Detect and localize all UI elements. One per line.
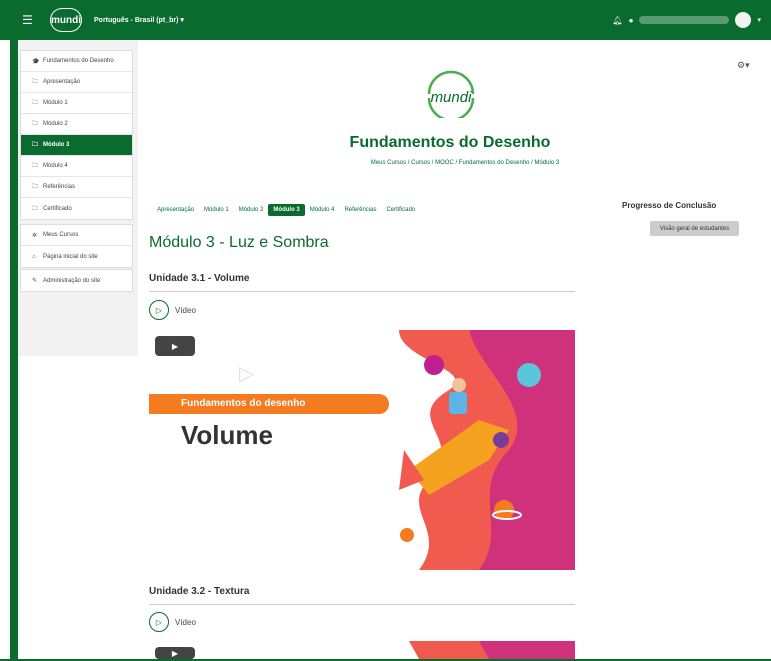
video-banner[interactable]: ▶ <box>149 641 575 659</box>
folder-icon: 🗀 <box>32 184 39 190</box>
user-name-blurred[interactable] <box>639 16 730 24</box>
sidebar-item[interactable]: 🗀 Módulo 1 <box>21 93 132 114</box>
activity-label: Vídeo <box>175 617 196 627</box>
sidebar-item-label: Módulo 4 <box>43 163 68 169</box>
sidebar-item[interactable]: 🗀 Módulo 4 <box>21 156 132 177</box>
play-icon: ▷ <box>149 612 169 632</box>
unit-title: Unidade 3.1 - Volume <box>149 273 250 284</box>
activity-label: Vídeo <box>175 305 196 315</box>
graduation-cap-icon: 🎓 <box>32 58 40 65</box>
language-selector[interactable]: Português - Brasil (pt_br) ▾ <box>94 16 184 24</box>
page-title: Módulo 3 - Luz e Sombra <box>149 234 329 251</box>
svg-text:▷: ▷ <box>239 363 255 385</box>
top-navbar: ☰ mundi Português - Brasil (pt_br) ▾ 🔔︎ … <box>0 0 771 40</box>
language-label: Português - Brasil (pt_br) <box>94 17 179 24</box>
tab-item[interactable]: Referências <box>339 204 381 216</box>
progress-title: Progresso de Conclusão <box>622 201 717 210</box>
sidebar-item-label: Certificado <box>43 205 72 212</box>
folder-icon: 🗀 <box>32 79 39 85</box>
bell-icon[interactable]: 🔔︎ <box>612 16 622 25</box>
video-activity[interactable]: ▷ Vídeo <box>149 612 196 632</box>
sidebar-course-nav: 🎓 Fundamentos do Desenho 🗀 Apresentação 🗀 Mód… <box>20 50 133 220</box>
courses-icon: ✲ <box>32 232 38 239</box>
divider <box>149 291 575 292</box>
tab-item[interactable]: Módulo 3 <box>268 204 305 216</box>
sidebar-item-label: Fundamentos do Desenho <box>43 58 114 64</box>
sidebar-admin-nav: ✎ Administração do site <box>20 269 133 292</box>
sidebar-item[interactable]: 🗀 Módulo 2 <box>21 114 132 135</box>
sidebar-item-label: Módulo 1 <box>43 100 68 106</box>
sidebar-item[interactable]: ✲ Meus Cursos <box>21 225 132 246</box>
breadcrumb[interactable]: Meus Cursos / Cursos / MOOC / Fundamento… <box>300 160 630 166</box>
student-overview-button[interactable]: Visão geral de estudantes <box>650 221 739 236</box>
sidebar-item-label: Página inicial do site <box>43 253 98 260</box>
play-icon: ▷ <box>149 300 169 320</box>
chat-icon[interactable]: ● <box>629 16 634 25</box>
folder-icon: 🗀 <box>32 121 39 127</box>
sidebar-item[interactable]: 🗀 Referências <box>21 177 132 198</box>
folder-icon: 🗀 <box>32 205 39 212</box>
video-activity[interactable]: ▷ Vídeo <box>149 300 196 320</box>
tab-item[interactable]: Módulo 1 <box>199 204 234 216</box>
home-icon: ⌂ <box>32 253 36 260</box>
sidebar-item-label: Meus Cursos <box>43 232 79 238</box>
folder-icon: 🗀 <box>32 163 39 169</box>
chevron-down-icon: ▾ <box>180 17 184 24</box>
sidebar-item-label: Módulo 2 <box>43 121 68 127</box>
sidebar-site-nav: ✲ Meus Cursos ⌂ Página inicial do site <box>20 224 133 268</box>
sidebar-item-label: Apresentação <box>43 79 81 85</box>
wrench-icon: ✎ <box>32 278 38 284</box>
unit-title: Unidade 3.2 - Textura <box>149 586 250 597</box>
sidebar-item[interactable]: 🎓 Fundamentos do Desenho <box>21 51 132 72</box>
hamburger-icon[interactable]: ☰ <box>22 14 36 26</box>
video-banner[interactable]: ▷ ▶ Fundamentos do desenho Volume <box>149 330 575 570</box>
banner-tag: Fundamentos do desenho <box>149 394 389 414</box>
sidebar-item-label: Módulo 3 <box>43 142 70 148</box>
gear-icon[interactable]: ⚙▾ <box>737 60 750 71</box>
module-tabs: Apresentação Módulo 1 Módulo 2 Módulo 3 Módu… <box>152 204 420 216</box>
course-title: Fundamentos do Desenho <box>349 134 551 151</box>
sidebar-item-label: Administração do site <box>43 277 101 284</box>
sidebar-item-label: Referências <box>43 184 76 190</box>
youtube-play-button[interactable]: ▶ <box>155 647 195 659</box>
banner-art <box>409 641 575 659</box>
sidebar-item[interactable]: ✎ Administração do site <box>21 270 132 291</box>
tab-item[interactable]: Módulo 4 <box>305 204 340 216</box>
banner-title: Volume <box>181 420 273 450</box>
tab-item[interactable]: Módulo 2 <box>234 204 269 216</box>
sidebar-item[interactable]: 🗀 Apresentação <box>21 72 132 93</box>
mundi-logo-large: mundi <box>427 70 475 118</box>
youtube-play-button[interactable]: ▶ <box>155 336 195 356</box>
tab-item[interactable]: Apresentação <box>152 204 199 216</box>
mundi-logo[interactable]: mundi <box>50 8 82 32</box>
folder-icon: 🗀 <box>32 100 39 106</box>
avatar[interactable] <box>735 12 752 28</box>
tab-item[interactable]: Certificado <box>381 204 420 216</box>
sidebar-item[interactable]: 🗀 Certificado <box>21 198 132 219</box>
logo-text: mundi <box>431 89 473 106</box>
chevron-down-icon[interactable]: ▾ <box>757 16 761 24</box>
user-controls: 🔔︎ ● ▾ <box>612 12 761 28</box>
divider <box>149 604 575 605</box>
sidebar-item[interactable]: 🗀 Módulo 3 <box>21 135 132 156</box>
sidebar-item[interactable]: ⌂ Página inicial do site <box>21 246 132 267</box>
folder-icon: 🗀 <box>32 142 39 148</box>
